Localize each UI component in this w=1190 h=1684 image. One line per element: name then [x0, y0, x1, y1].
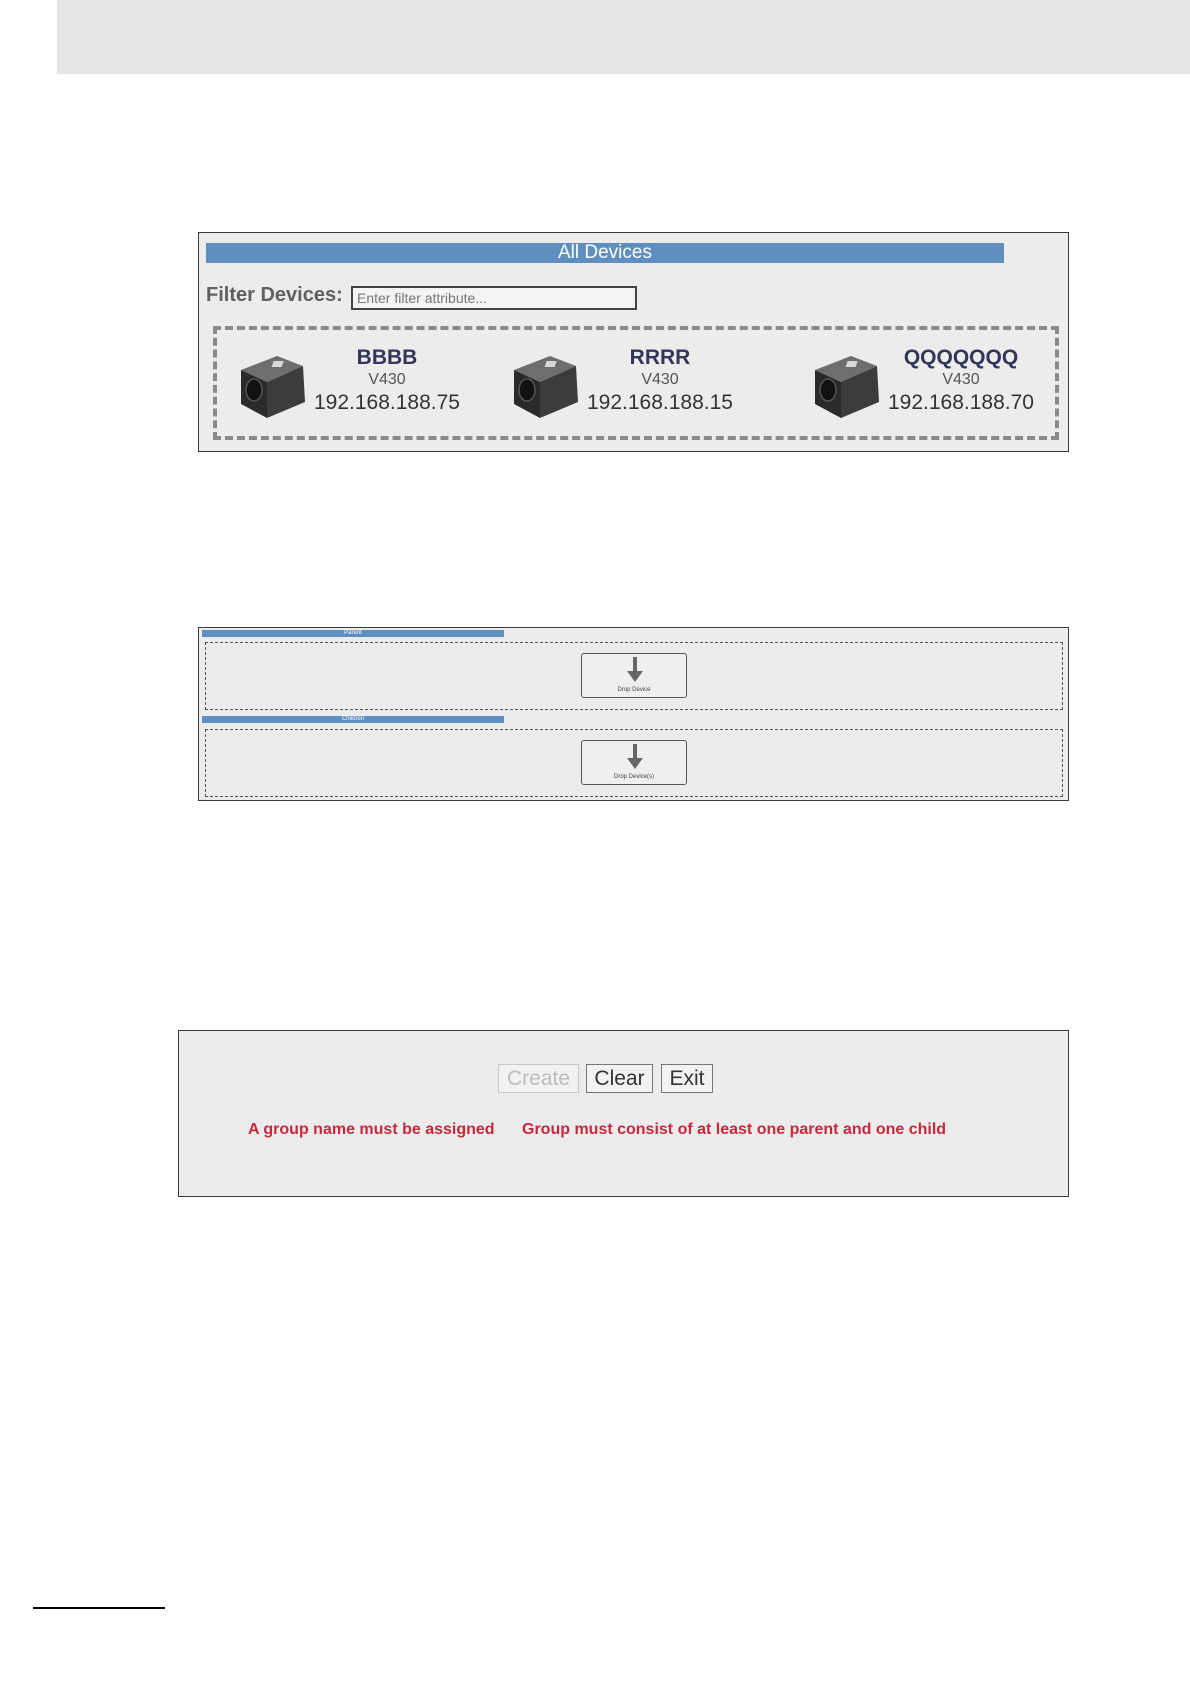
group-builder-panel: Parent Drop Device Children Drop Device(…: [198, 627, 1069, 801]
error-message: Group must consist of at least one paren…: [522, 1121, 947, 1138]
device-ip: 192.168.188.15: [587, 391, 733, 414]
down-arrow-icon: [627, 657, 643, 682]
device-ip: 192.168.188.70: [888, 391, 1034, 414]
device-model: V430: [641, 371, 679, 388]
device-name: RRRR: [629, 346, 691, 369]
filter-devices-label: Filter Devices:: [206, 284, 343, 306]
camera-device-icon: [514, 356, 578, 418]
device-info: BBBB V430 192.168.188.75: [307, 346, 467, 416]
group-actions-panel: Create Clear Exit A group name must be a…: [178, 1030, 1069, 1197]
parent-drop-zone[interactable]: Drop Device: [205, 642, 1063, 710]
drop-devices-label: Drop Device(s): [613, 774, 654, 780]
children-drop-zone[interactable]: Drop Device(s): [205, 729, 1063, 797]
page-header-band: [57, 0, 1190, 74]
device-name: BBBB: [356, 346, 418, 369]
create-button[interactable]: Create: [498, 1064, 579, 1093]
drop-device-label: Drop Device: [617, 687, 651, 693]
camera-device-icon: [815, 356, 879, 418]
device-card[interactable]: QQQQQQQ V430 192.168.188.70: [791, 330, 1071, 436]
device-model: V430: [368, 371, 406, 388]
device-card[interactable]: RRRR V430 192.168.188.15: [490, 330, 770, 436]
clear-button[interactable]: Clear: [586, 1064, 653, 1093]
error-message: A group name must be assigned: [248, 1121, 495, 1138]
children-section-title: Children: [202, 716, 504, 723]
drop-devices-button[interactable]: Drop Device(s): [581, 740, 687, 785]
device-card[interactable]: BBBB V430 192.168.188.75: [217, 330, 497, 436]
device-info: QQQQQQQ V430 192.168.188.70: [881, 346, 1041, 416]
device-ip: 192.168.188.75: [314, 391, 460, 414]
footer-rule: [33, 1607, 165, 1609]
device-list: BBBB V430 192.168.188.75 RRRR V430 192.1…: [213, 326, 1059, 440]
device-model: V430: [942, 371, 980, 388]
device-name: QQQQQQQ: [903, 346, 1019, 369]
all-devices-panel: All Devices Filter Devices: BBBB V430 19…: [198, 232, 1069, 452]
drop-device-button[interactable]: Drop Device: [581, 653, 687, 698]
all-devices-title: All Devices: [206, 243, 1004, 263]
parent-section-title: Parent: [202, 630, 504, 637]
camera-device-icon: [241, 356, 305, 418]
filter-devices-input[interactable]: [351, 286, 637, 310]
device-info: RRRR V430 192.168.188.15: [580, 346, 740, 416]
exit-button[interactable]: Exit: [661, 1064, 713, 1093]
down-arrow-icon: [627, 744, 643, 769]
